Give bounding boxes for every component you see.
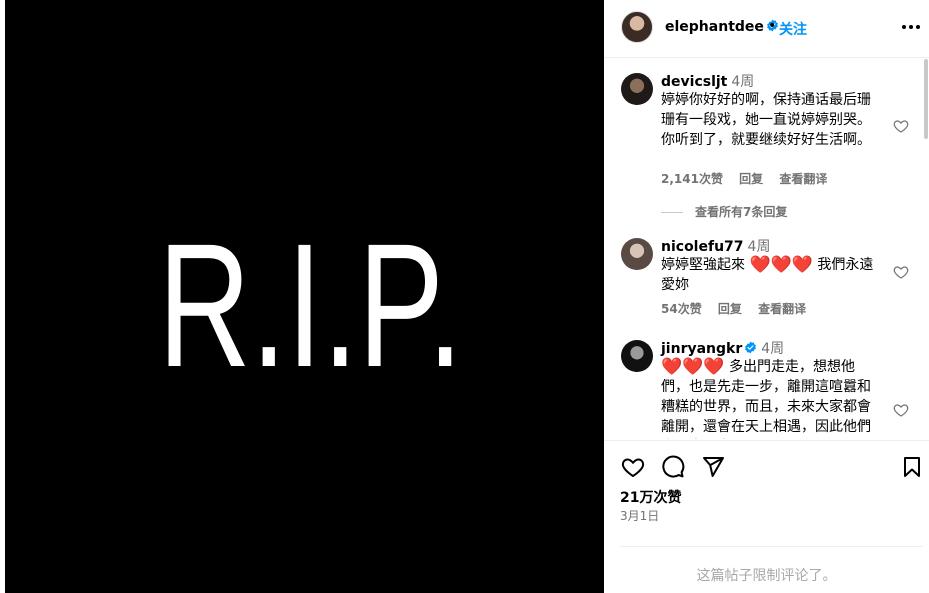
heart-icon[interactable] [621,455,645,479]
commenter-avatar[interactable] [621,340,653,372]
comment-meta: 54次赞 回复 查看翻译 [661,300,818,317]
comment-header: devicsljt 4周 [661,71,754,91]
comment-text: ❤️❤️❤️ 多出門走走，想想他們，也是先走一步，離開這喧囂和糟糕的世界，而且，… [661,357,879,439]
comment-like-heart-icon[interactable] [893,402,909,418]
post-image[interactable]: R.I.P. [5,0,604,593]
view-replies-label[interactable]: 查看所有7条回复 [695,205,787,219]
post-sidebar: elephantdee • 关注 devicsljt 4周 婷婷你好好的啊，保持通… [604,0,929,593]
comment-header: jinryangkr 4周 [661,338,784,358]
comment-text: 婷婷堅強起來 ❤️❤️❤️ 我們永遠愛妳 [661,255,879,295]
more-horizontal-icon[interactable] [900,18,922,36]
post-date[interactable]: 3月1日 [620,507,659,524]
rip-text-graphic: R.I.P. [158,208,463,404]
comment-time[interactable]: 4周 [731,74,754,90]
comment-like-heart-icon[interactable] [893,264,909,280]
bookmark-icon[interactable] [900,455,924,479]
divider [620,546,923,547]
commenter-avatar[interactable] [621,73,653,105]
commenter-avatar[interactable] [621,238,653,270]
follow-button[interactable]: 关注 [779,19,807,39]
red-heart-emojis: ❤️❤️❤️ [749,255,813,275]
reply-button[interactable]: 回复 [739,172,763,186]
commenter-username[interactable]: nicolefu77 [661,239,744,255]
comment-like-heart-icon[interactable] [893,118,909,134]
comment-text: 婷婷你好好的啊，保持通话最后珊珊有一段戏，她一直说婷婷别哭。你听到了，就要继续好… [661,92,871,148]
comment-text-start: 婷婷堅強起來 [661,257,745,273]
comment-likes[interactable]: 54次赞 [661,302,702,316]
likes-count[interactable]: 21万次赞 [620,487,681,507]
comment-meta: 2,141次赞 回复 查看翻译 [661,170,839,187]
reply-button[interactable]: 回复 [718,302,742,316]
translate-button[interactable]: 查看翻译 [779,172,827,186]
commenter-username[interactable]: devicsljt [661,74,727,90]
comments-scrollbar[interactable] [924,59,928,139]
send-icon[interactable] [701,455,725,479]
rip-text: R.I.P. [158,208,463,404]
post-actions: 21万次赞 3月1日 这篇帖子限制评论了。 [604,440,929,590]
replies-divider-line [661,212,683,213]
author-username-text[interactable]: elephantdee [665,19,764,35]
translate-button[interactable]: 查看翻译 [758,302,806,316]
comment-time[interactable]: 4周 [761,341,784,357]
commenter-username[interactable]: jinryangkr [661,341,742,357]
comments-limited-notice: 这篇帖子限制评论了。 [696,568,837,584]
comments-list[interactable]: devicsljt 4周 婷婷你好好的啊，保持通话最后珊珊有一段戏，她一直说婷婷别… [604,59,929,439]
comment-icon[interactable] [661,455,685,479]
verified-badge-icon [745,341,757,354]
author-username[interactable]: elephantdee [665,19,779,35]
separator-dot: • [768,18,777,34]
comment-likes[interactable]: 2,141次赞 [661,172,723,186]
view-replies-button[interactable]: 查看所有7条回复 [661,203,787,220]
comment-time[interactable]: 4周 [748,239,771,255]
comment-header: nicolefu77 4周 [661,236,770,256]
author-avatar[interactable] [621,11,653,43]
red-heart-emojis: ❤️❤️❤️ [661,357,725,377]
post-header: elephantdee • 关注 [604,0,929,58]
